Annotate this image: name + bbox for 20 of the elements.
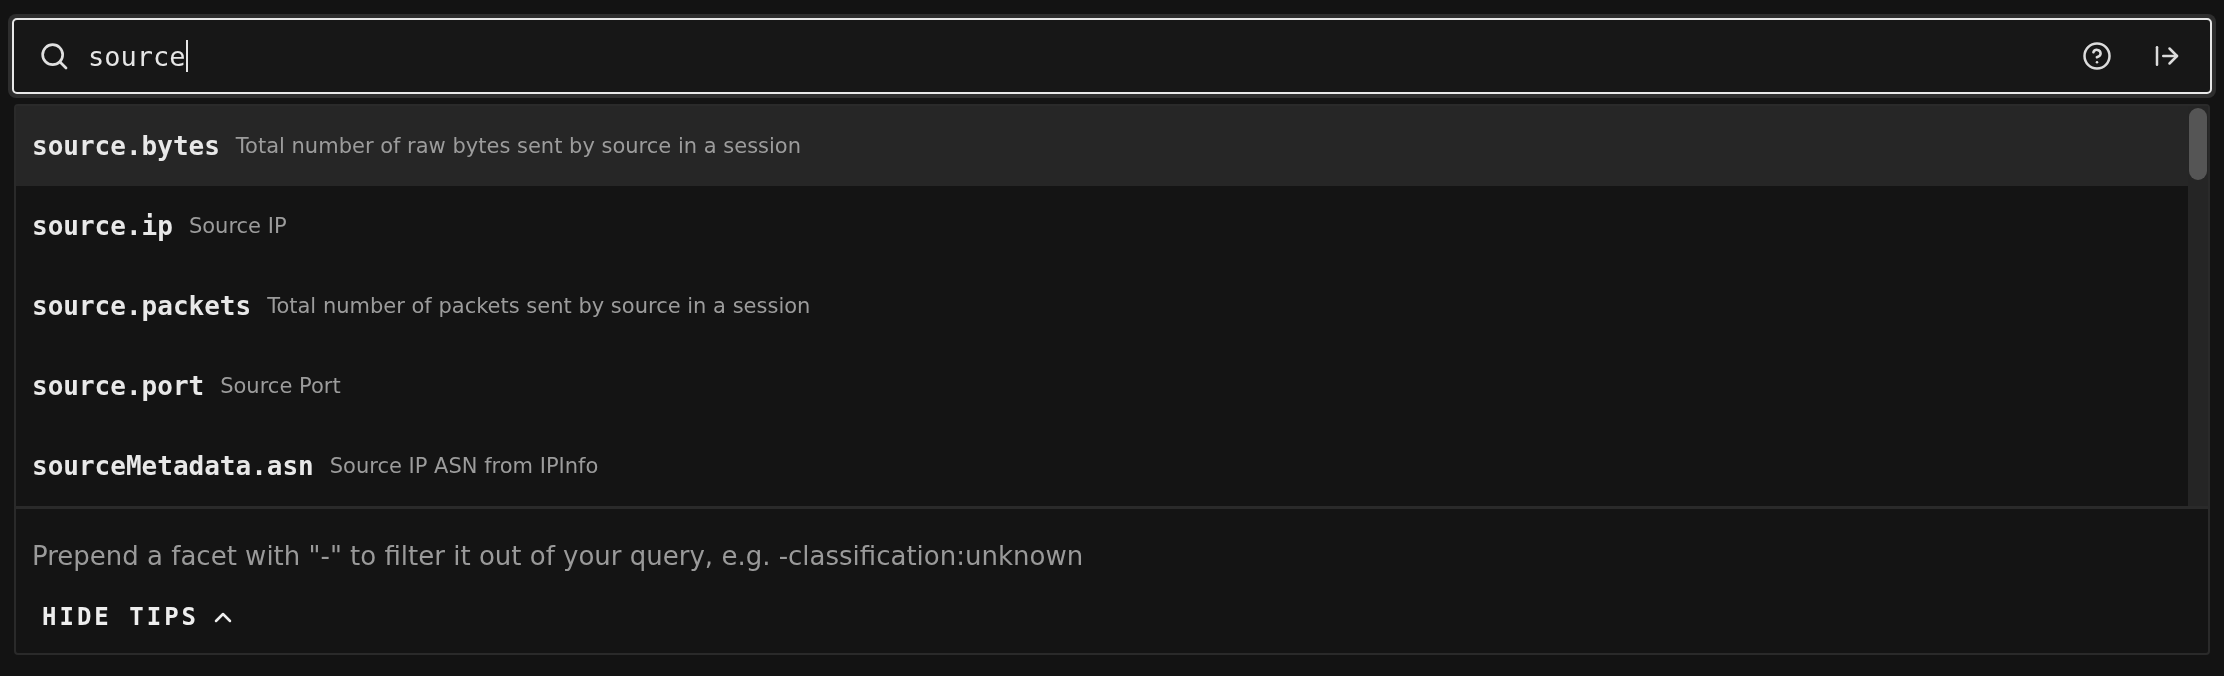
field-name: source.packets (32, 291, 252, 321)
field-description: Source IP (188, 214, 287, 238)
caret-up-icon (213, 610, 234, 624)
field-description: Total number of packets sent by source in a session (267, 294, 811, 318)
field-name: source.ip (32, 211, 173, 241)
search-value: source (88, 40, 186, 72)
field-description: Total number of raw bytes sent by source in a session (235, 134, 802, 158)
field-name: sourceMetadata.asn (32, 451, 314, 481)
tip-text: Prepend a facet with "-" to filter it out of your query, e.g. -classification:unknown (31, 540, 1085, 571)
field-name: source.bytes (32, 131, 220, 161)
search-icon (38, 40, 70, 72)
hide-tips-button[interactable]: HIDE TIPS (42, 599, 234, 635)
field-description: Source Port (220, 374, 341, 398)
search-field[interactable]: source (12, 18, 2212, 94)
scrollbar[interactable] (2188, 106, 2208, 506)
field-name: source.port (32, 371, 205, 401)
field-description: Source IP ASN from IPInfo (329, 454, 599, 478)
suggestion-item[interactable]: source.bytes Total number of raw bytes sent by source in a session (16, 106, 2188, 186)
scrollbar-thumb[interactable] (2189, 108, 2207, 180)
help-icon[interactable] (2082, 41, 2112, 71)
